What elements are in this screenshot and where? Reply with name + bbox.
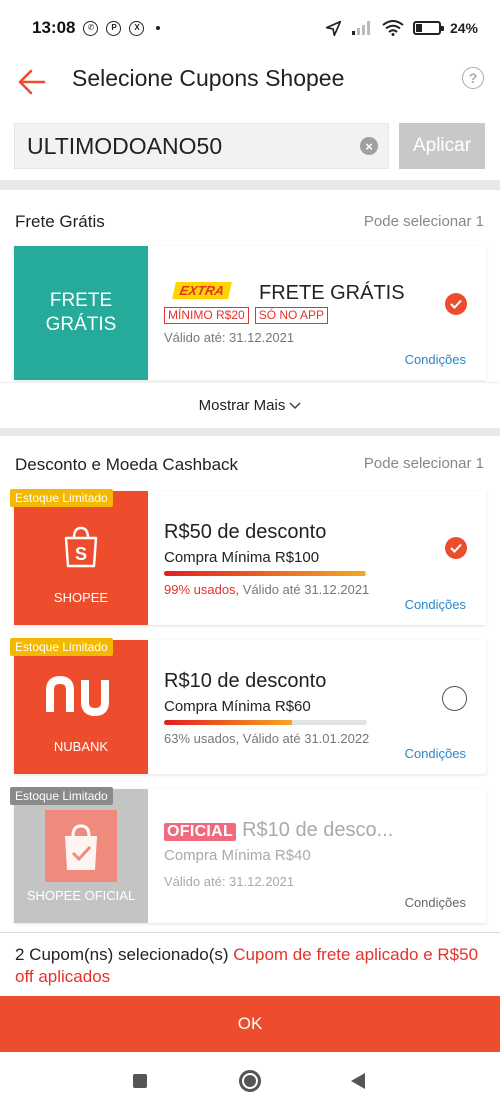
coupon-validity: 99% usados, Válido até 31.12.2021 [164,582,369,597]
validity-text: Válido até 31.01.2022 [239,731,370,746]
shopee-bag-icon: S [64,526,98,568]
coupon-shopee-oficial: SHOPEE OFICIAL Estoque Limitado OFICIAL R… [9,787,486,923]
selection-summary: 2 Cupom(ns) selecionado(s) Cupom de fret… [0,932,500,996]
recent-apps-button[interactable] [133,1074,147,1088]
extra-logo: EXTRA [172,282,232,299]
section-note: Pode selecionar 1 [363,213,484,230]
coupon-title: R$10 de desco... [242,819,394,841]
location-icon [325,20,342,36]
usage-text: 63% usados, [164,731,240,746]
coupon-stub: S SHOPEE [9,491,148,625]
conditions-link[interactable]: Condições [405,352,466,367]
conditions-link[interactable]: Condições [405,895,466,910]
coupon-stub: FRETE GRÁTIS [9,246,148,380]
chevron-down-icon [289,401,301,409]
badge-app-only: SÓ NO APP [254,307,329,324]
coupon-title: R$50 de desconto [164,521,327,543]
apply-button[interactable]: Aplicar [399,123,485,169]
coupon-stub: SHOPEE OFICIAL [9,789,148,923]
limited-stock-tag: Estoque Limitado [10,489,113,507]
conditions-link[interactable]: Condições [405,597,466,612]
nubank-logo-icon [46,676,109,716]
battery-icon [412,21,444,35]
validity-text: Válido até 31.12.2021 [239,582,370,597]
app-header: Selecione Cupons Shopee ? [0,56,500,106]
coupon-validity: Válido até: 31.12.2021 [164,330,295,345]
stub-label: SHOPEE [53,590,109,605]
divider [0,428,500,436]
back-button[interactable] [351,1073,365,1089]
coupon-validity: 63% usados, Válido até 31.01.2022 [164,731,369,746]
wifi-icon [382,20,404,36]
svg-text:S: S [75,544,87,564]
discount-section-header: Desconto e Moeda Cashback Pode seleciona… [0,436,500,491]
coupon-minimum: Compra Mínima R$60 [164,698,311,715]
check-icon[interactable] [445,293,467,315]
coupon-shopee[interactable]: S SHOPEE Estoque Limitado R$50 de descon… [9,489,486,625]
free-shipping-section-header: Frete Grátis Pode selecionar 1 [0,190,500,246]
coupon-body: OFICIAL R$10 de desco... Compra Mínima R$… [164,789,486,923]
stub-line1: FRETE [49,290,113,311]
stub-label: SHOPEE OFICIAL [26,888,136,903]
limited-stock-tag: Estoque Limitado [10,638,113,656]
oficial-logo: OFICIAL [164,823,237,841]
section-title: Frete Grátis [15,212,105,231]
status-right: 24% [325,20,478,37]
conditions-link[interactable]: Condições [405,746,466,761]
usage-progress-bar [164,571,367,576]
whatsapp-icon: ✆ [83,20,99,36]
badge-minimum: MÍNIMO R$20 [164,307,249,324]
usage-progress-bar [164,720,367,725]
coupon-stub: NUBANK [9,640,148,774]
section-title: Desconto e Moeda Cashback [15,455,239,474]
coupon-body: EXTRA FRETE GRÁTIS MÍNIMO R$20 SÓ NO APP… [164,246,486,380]
pinterest-icon: P [106,20,122,36]
free-shipping-coupon[interactable]: FRETE GRÁTIS EXTRA FRETE GRÁTIS MÍNIMO R… [9,246,486,380]
coupon-badges: MÍNIMO R$20 SÓ NO APP [164,307,329,324]
selected-count: 2 Cupom(ns) selecionado(s) [15,945,229,964]
ok-button[interactable]: OK [0,996,500,1052]
page-title: Selecione Cupons Shopee [72,65,345,91]
home-button[interactable] [239,1070,261,1092]
coupon-body: R$50 de desconto Compra Mínima R$100 99%… [164,491,486,625]
coupon-title: FRETE GRÁTIS [259,282,405,304]
divider [0,180,500,190]
more-notifications-icon [156,26,161,30]
stub-label: NUBANK [53,739,109,754]
status-notification-icons: ✆ P X [83,20,161,36]
show-more-button[interactable]: Mostrar Mais [0,382,500,428]
coupon-body: R$10 de desconto Compra Mínima R$60 63% … [164,640,486,774]
coupon-validity: Válido até: 31.12.2021 [164,874,295,889]
stub-line2: GRÁTIS [45,314,117,335]
back-arrow-icon[interactable] [14,64,50,100]
check-icon[interactable] [445,537,467,559]
status-bar: 13:08 ✆ P X 24% [0,0,500,56]
coupon-title: R$10 de desconto [164,670,327,692]
limited-stock-tag: Estoque Limitado [10,787,113,805]
clear-icon[interactable]: × [360,137,378,155]
show-more-label: Mostrar Mais [198,397,286,414]
coupon-code-input[interactable]: ULTIMODOANO50 [14,123,389,169]
system-nav-bar [0,1052,500,1111]
oficial-bag-icon [45,810,117,882]
coupon-title-row: OFICIAL R$10 de desco... [164,819,393,842]
signal-icon [351,21,370,35]
x-icon: X [129,20,145,36]
coupon-minimum: Compra Mínima R$40 [164,847,311,864]
help-icon[interactable]: ? [462,67,484,89]
radio-unchecked[interactable] [442,686,467,711]
usage-text: 99% usados, [164,582,240,597]
section-note: Pode selecionar 1 [363,455,484,472]
coupon-minimum: Compra Mínima R$100 [164,549,320,566]
status-time: 13:08 [32,18,76,37]
battery-percent: 24% [449,20,478,36]
coupon-nubank[interactable]: NUBANK Estoque Limitado R$10 de desconto… [9,638,486,774]
coupon-code-area: ULTIMODOANO50 × Aplicar [0,106,500,180]
